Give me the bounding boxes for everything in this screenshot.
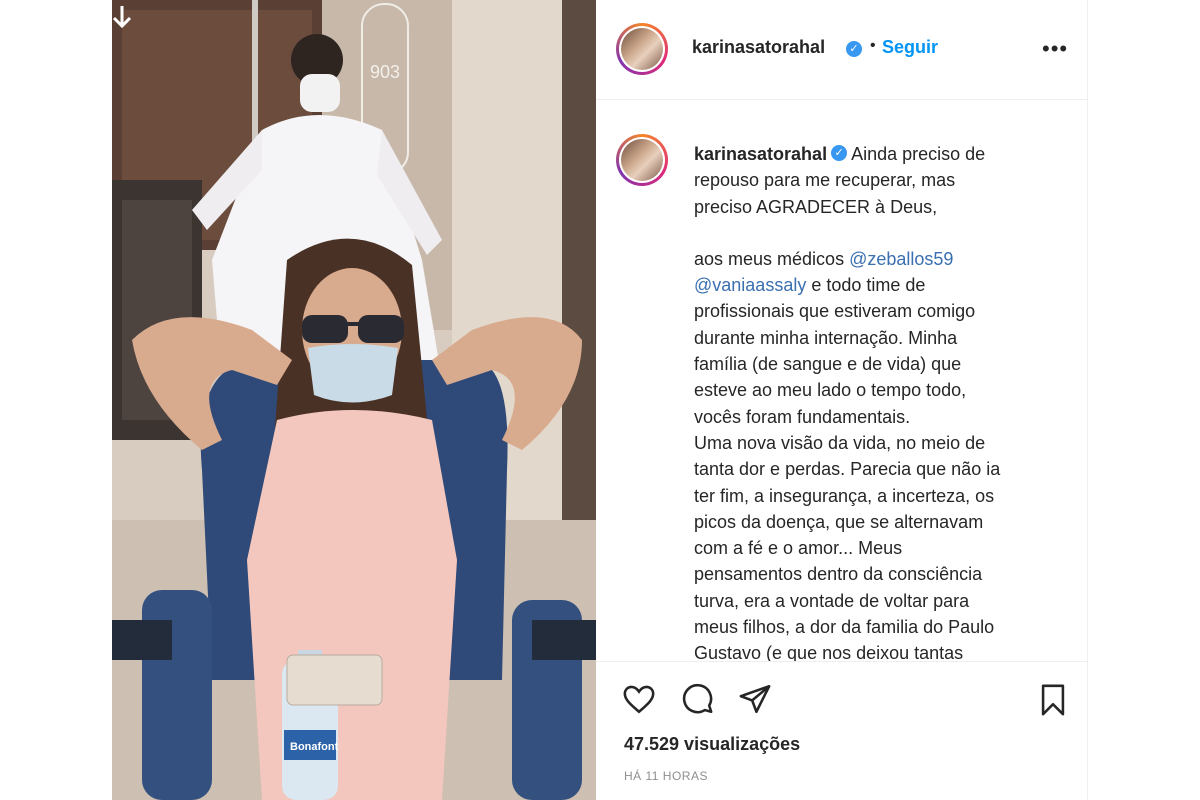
caption-line: aos meus médicos <box>694 248 850 269</box>
post-caption: karinasatorahal ✓ Ainda preciso de repous… <box>694 141 1054 661</box>
caption-line: profissionais que estiveram comigo <box>694 301 976 322</box>
caption-line: Gustavo (e que nos deixou tantas <box>694 643 964 661</box>
follow-button[interactable]: Seguir <box>882 37 938 58</box>
post-actions: 47.529 visualizações HÁ 11 HORAS <box>596 661 1088 800</box>
caption-username[interactable]: karinasatorahal <box>694 144 827 164</box>
view-count[interactable]: 47.529 visualizações <box>624 734 800 755</box>
caption-line: vocês foram fundamentais. <box>694 406 911 427</box>
caption-line: e todo time de <box>806 275 926 296</box>
post-timestamp[interactable]: HÁ 11 HORAS <box>624 769 708 783</box>
caption-line: com a fé e o amor... Meus <box>694 538 903 559</box>
caption-line: Uma nova visão da vida, no meio de <box>694 432 986 453</box>
post-photo[interactable]: 903 Bonafont <box>112 0 596 800</box>
bottle-label: Bonafont <box>290 741 339 753</box>
profile-picture <box>621 139 663 181</box>
caption-line: Ainda preciso de <box>851 144 986 164</box>
post-header: karinasatorahal ✓ • Seguir ••• <box>596 0 1088 100</box>
hospital-scene-illustration: 903 Bonafont <box>112 0 596 800</box>
caption-line: tanta dor e perdas. Parecia que não ia <box>694 459 1001 480</box>
caption-line: esteve ao meu lado o tempo todo, <box>694 380 967 401</box>
send-icon[interactable] <box>738 682 772 716</box>
caption-line: turva, era a vontade de voltar para <box>694 590 970 611</box>
caption-section: karinasatorahal ✓ Ainda preciso de repous… <box>596 101 1088 661</box>
caption-line: pensamentos dentro da consciência <box>694 564 983 585</box>
caption-line: durante minha internação. Minha <box>694 327 958 348</box>
caption-line: ter fim, a insegurança, a incerteza, os <box>694 485 995 506</box>
room-number-label: 903 <box>370 62 400 82</box>
header-username[interactable]: karinasatorahal <box>692 37 825 58</box>
verified-badge-icon: ✓ <box>831 145 848 162</box>
caption-line: meus filhos, a dor da familia do Paulo <box>694 617 995 638</box>
bookmark-icon[interactable] <box>1036 682 1070 718</box>
post-sidebar: karinasatorahal ✓ • Seguir ••• karinasat… <box>596 0 1088 800</box>
caption-line: picos da doença, que se alternavam <box>694 511 984 532</box>
caption-line: família (de sangue e de vida) que <box>694 354 962 375</box>
profile-picture <box>621 28 663 70</box>
caption-line: preciso AGRADECER à Deus, <box>694 196 938 217</box>
heart-icon[interactable] <box>622 682 656 716</box>
more-options-icon[interactable]: ••• <box>1042 36 1068 62</box>
separator-dot: • <box>870 37 876 54</box>
mention-link[interactable]: @zeballos59 <box>849 249 953 269</box>
caption-avatar[interactable] <box>616 134 668 186</box>
caption-line: repouso para me recuperar, mas <box>694 170 956 191</box>
verified-badge-icon: ✓ <box>846 41 862 57</box>
avatar[interactable] <box>616 23 668 75</box>
comment-icon[interactable] <box>680 682 714 716</box>
mention-link[interactable]: @vaniaassaly <box>694 275 806 295</box>
